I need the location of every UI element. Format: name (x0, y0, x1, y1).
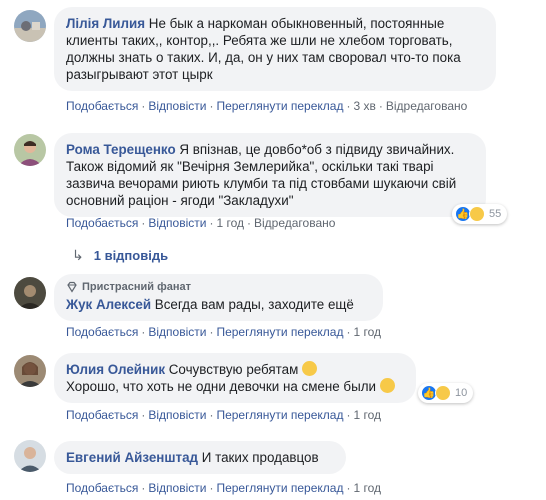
reactions-summary[interactable]: 👍 55 (452, 204, 508, 224)
haha-reaction-icon (469, 206, 485, 222)
avatar[interactable] (14, 355, 46, 387)
comment-bubble: Рома Терещенко Я впізнав, це довбо*об з … (54, 133, 486, 217)
comment-time[interactable]: 1 год (353, 325, 381, 339)
avatar[interactable] (14, 277, 46, 309)
comment-actions: Подобається · Відповісти · Переглянути перек… (66, 481, 382, 495)
reply-link[interactable]: Відповісти (148, 481, 206, 495)
comment-author[interactable]: Лілія Лилия (66, 16, 149, 31)
comment-text: Всегда вам рады, заходите ещё (154, 297, 354, 312)
see-translation-link[interactable]: Переглянути переклад (216, 325, 343, 339)
comment-text: И таких продавцов (201, 450, 319, 465)
reply-link[interactable]: Відповісти (148, 408, 206, 422)
comment-bubble: Лілія Лилия Не бык а наркоман обыкновенн… (54, 7, 496, 91)
grimacing-face-icon (379, 378, 395, 393)
view-replies-link[interactable]: ↳ 1 відповідь (72, 247, 168, 264)
comment-actions: Подобається · Відповісти · Переглянути перек… (66, 325, 382, 339)
comment-text-line2: Хорошо, что хоть не одни девочки на смен… (66, 379, 377, 394)
avatar[interactable] (14, 134, 46, 166)
comment-time[interactable]: 3 хв (353, 99, 375, 113)
reply-link[interactable]: Відповісти (148, 325, 206, 339)
comment-time[interactable]: 1 год (216, 216, 244, 230)
reaction-count: 10 (455, 387, 468, 399)
diamond-icon (67, 281, 77, 293)
reply-link[interactable]: Відповісти (148, 99, 206, 113)
reactions-summary[interactable]: 👍 10 (418, 383, 474, 403)
edited-label[interactable]: Відредаговано (386, 99, 467, 113)
reply-link[interactable]: Відповісти (148, 216, 206, 230)
comment-author[interactable]: Рома Терещенко (66, 142, 179, 157)
like-link[interactable]: Подобається (66, 481, 138, 495)
crying-face-icon (302, 361, 318, 376)
comment-bubble: Юлия Олейник Сочувствую ребятам Хорошо, … (54, 353, 416, 403)
comment-bubble: Пристрасний фанат Жук Алексей Всегда вам… (54, 274, 383, 321)
reply-arrow-icon: ↳ (72, 247, 84, 263)
comment-actions: Подобається · Відповісти · 1 год · Відредагова… (66, 216, 336, 230)
comment-time[interactable]: 1 год (353, 481, 381, 495)
sad-reaction-icon (435, 385, 451, 401)
comment-author[interactable]: Юлия Олейник (66, 362, 169, 377)
top-fan-badge[interactable]: Пристрасний фанат (66, 280, 371, 294)
like-link[interactable]: Подобається (66, 216, 138, 230)
like-link[interactable]: Подобається (66, 99, 138, 113)
fan-badge-label: Пристрасний фанат (82, 280, 191, 293)
comment-author[interactable]: Жук Алексей (66, 297, 155, 312)
see-translation-link[interactable]: Переглянути переклад (216, 481, 343, 495)
comment-author[interactable]: Евгений Айзенштад (66, 450, 202, 465)
comment-time[interactable]: 1 год (353, 408, 381, 422)
comment-bubble: Евгений Айзенштад И таких продавцов (54, 441, 346, 474)
edited-label[interactable]: Відредаговано (254, 216, 335, 230)
comment-actions: Подобається · Відповісти · Переглянути перек… (66, 99, 468, 113)
replies-count-label: 1 відповідь (93, 248, 169, 263)
like-link[interactable]: Подобається (66, 325, 138, 339)
avatar[interactable] (14, 440, 46, 472)
comment-actions: Подобається · Відповісти · Переглянути перек… (66, 408, 382, 422)
see-translation-link[interactable]: Переглянути переклад (216, 408, 343, 422)
comment-text-line1: Сочувствую ребятам (168, 362, 299, 377)
avatar[interactable] (14, 10, 46, 42)
reaction-count: 55 (489, 208, 502, 220)
see-translation-link[interactable]: Переглянути переклад (216, 99, 343, 113)
like-link[interactable]: Подобається (66, 408, 138, 422)
